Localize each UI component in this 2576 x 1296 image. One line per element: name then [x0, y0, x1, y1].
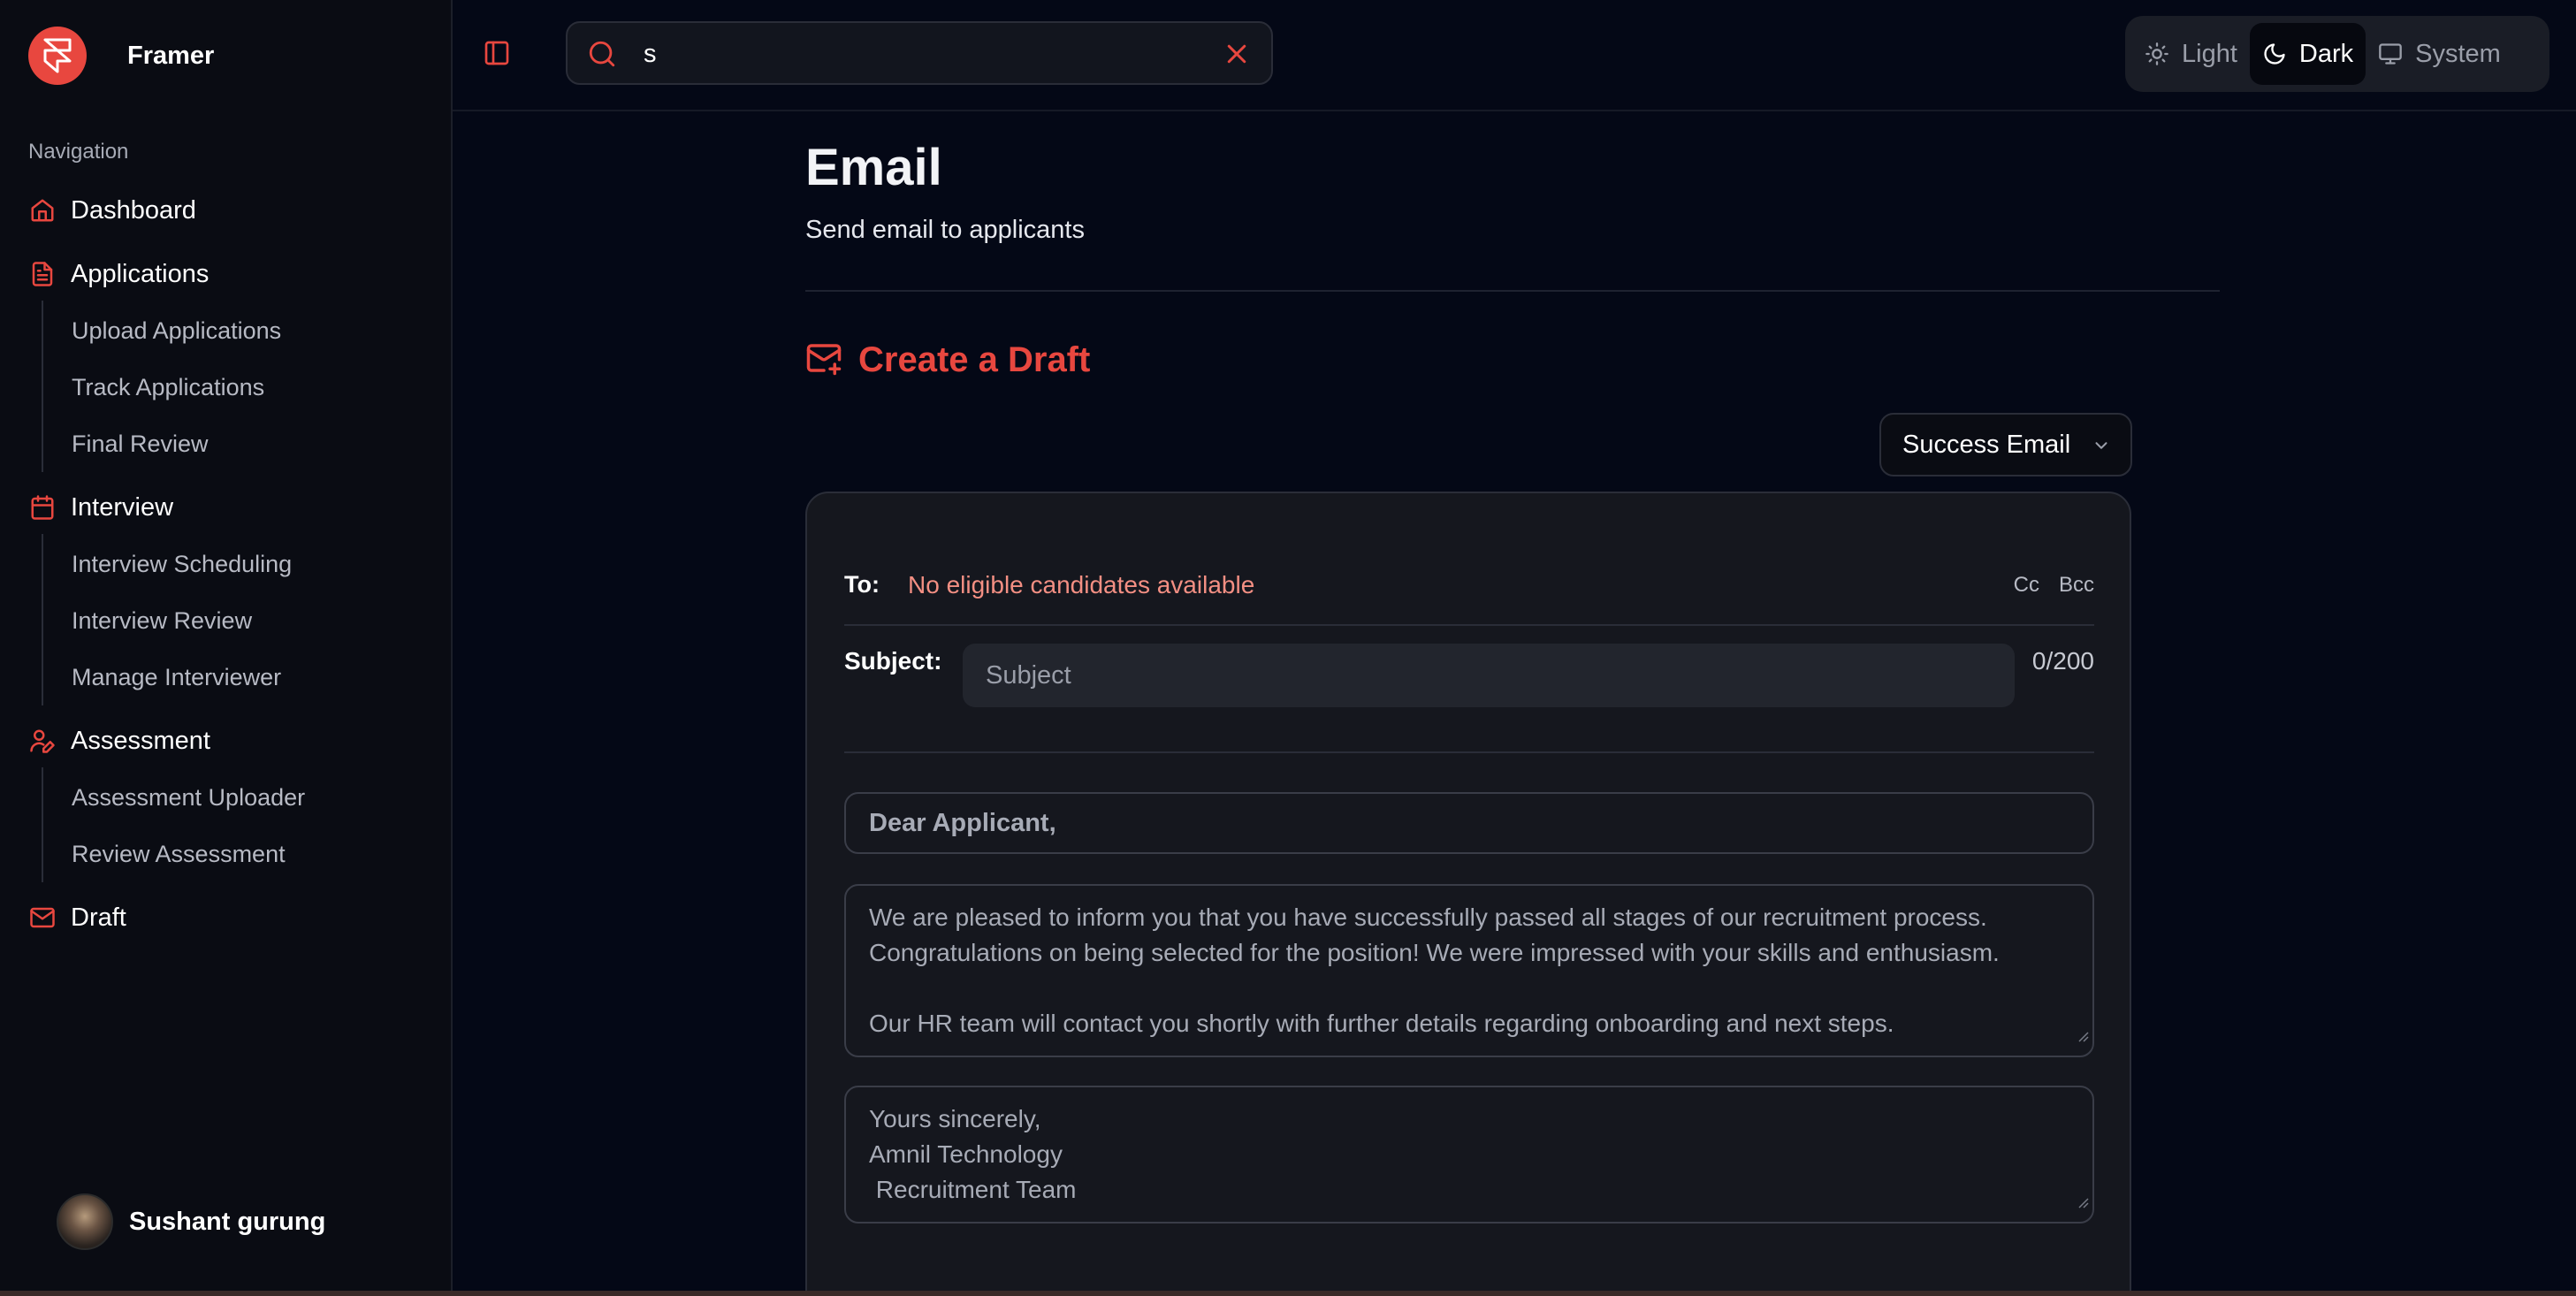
sidebar-item-draft[interactable]: Draft — [28, 896, 126, 940]
monitor-icon — [2378, 42, 2403, 66]
avatar — [57, 1193, 113, 1250]
brand[interactable]: Framer — [28, 27, 214, 85]
theme-dark-label: Dark — [2298, 39, 2354, 68]
section-title: Create a Draft — [858, 340, 1091, 379]
moon-icon — [2262, 42, 2287, 66]
nav-heading: Navigation — [28, 140, 129, 164]
signature-text: Yours sincerely, Amnil Technology Recrui… — [869, 1105, 1077, 1203]
theme-dark-button[interactable]: Dark — [2249, 23, 2366, 85]
sidebar: Framer Navigation Dashboard Applications… — [0, 0, 453, 1296]
theme-switcher: Light Dark System — [2125, 16, 2549, 92]
panel-left-icon — [483, 41, 511, 71]
email-body-textarea[interactable]: We are pleased to inform you that you ha… — [844, 884, 2094, 1057]
divider — [844, 624, 2094, 626]
theme-system-button[interactable]: System — [2366, 23, 2513, 85]
theme-light-label: Light — [2182, 39, 2237, 68]
sidebar-subitem-assessment-uploader[interactable]: Assessment Uploader — [72, 778, 305, 817]
sidebar-item-applications[interactable]: Applications — [28, 252, 209, 296]
sidebar-subitem-final-review[interactable]: Final Review — [72, 424, 209, 463]
recipient-row: To: No eligible candidates available Cc … — [844, 564, 2094, 610]
theme-light-button[interactable]: Light — [2132, 23, 2250, 85]
submenu-line — [42, 534, 43, 705]
sidebar-item-label: Applications — [71, 259, 210, 288]
sidebar-item-assessment[interactable]: Assessment — [28, 719, 210, 763]
template-select[interactable]: Success Email — [1879, 413, 2132, 476]
window-edge — [0, 1291, 2576, 1296]
page-subtitle: Send email to applicants — [805, 216, 1085, 244]
clear-search-icon[interactable] — [1223, 41, 1250, 67]
subject-row: Subject: 0/200 — [844, 644, 2094, 711]
mail-icon — [28, 903, 57, 932]
greeting-field[interactable]: Dear Applicant, — [844, 792, 2094, 854]
resize-handle-icon[interactable] — [2077, 1183, 2089, 1218]
divider — [805, 290, 2220, 292]
user-name: Sushant gurung — [129, 1207, 326, 1236]
email-composer: To: No eligible candidates available Cc … — [805, 492, 2131, 1296]
submenu-line — [42, 767, 43, 882]
sidebar-subitem-manage-interviewer[interactable]: Manage Interviewer — [72, 658, 281, 697]
bcc-button[interactable]: Bcc — [2059, 573, 2094, 598]
app-window: Framer Navigation Dashboard Applications… — [0, 0, 2576, 1296]
sidebar-item-label: Draft — [71, 903, 126, 932]
framer-logo-icon — [28, 27, 87, 85]
to-label: To: — [844, 571, 880, 598]
page-title: Email — [805, 139, 942, 196]
sidebar-item-dashboard[interactable]: Dashboard — [28, 188, 196, 233]
file-text-icon — [28, 260, 57, 288]
subject-input[interactable] — [963, 644, 2015, 707]
sidebar-subitem-review-assessment[interactable]: Review Assessment — [72, 835, 286, 873]
calendar-icon — [28, 493, 57, 522]
sidebar-item-label: Assessment — [71, 726, 210, 755]
theme-system-label: System — [2415, 39, 2501, 68]
resize-handle-icon[interactable] — [2077, 1017, 2089, 1052]
sidebar-item-label: Dashboard — [71, 195, 196, 225]
search-box — [566, 21, 1273, 85]
user-pen-icon — [28, 727, 57, 755]
sidebar-toggle-button[interactable] — [483, 39, 514, 71]
section-header: Create a Draft — [805, 339, 1090, 381]
search-input[interactable] — [644, 32, 1192, 76]
subject-label: Subject: — [844, 647, 942, 675]
mail-plus-icon — [805, 339, 842, 381]
subject-char-count: 0/200 — [2031, 647, 2094, 675]
sidebar-subitem-upload-applications[interactable]: Upload Applications — [72, 311, 281, 350]
topbar: Light Dark System — [453, 0, 2576, 111]
user-profile[interactable]: Sushant gurung — [57, 1193, 325, 1250]
body-line: Our HR team will contact you shortly wit… — [869, 1010, 1894, 1037]
search-icon — [587, 39, 617, 73]
sidebar-subitem-interview-scheduling[interactable]: Interview Scheduling — [72, 545, 292, 583]
cc-button[interactable]: Cc — [2014, 573, 2039, 598]
template-select-value: Success Email — [1902, 430, 2071, 459]
body-line: Congratulations on being selected for th… — [869, 939, 2000, 966]
sidebar-subitem-track-applications[interactable]: Track Applications — [72, 368, 264, 407]
submenu-line — [42, 301, 43, 472]
body-line: We are pleased to inform you that you ha… — [869, 903, 1987, 931]
sidebar-subitem-interview-review[interactable]: Interview Review — [72, 601, 252, 640]
home-icon — [28, 196, 57, 225]
signature-textarea[interactable]: Yours sincerely, Amnil Technology Recrui… — [844, 1086, 2094, 1224]
sun-icon — [2145, 42, 2169, 66]
brand-name: Framer — [127, 41, 215, 70]
sidebar-item-label: Interview — [71, 492, 174, 522]
recipient-status: No eligible candidates available — [908, 571, 1255, 598]
chevron-down-icon — [2092, 436, 2111, 460]
divider — [844, 751, 2094, 753]
sidebar-item-interview[interactable]: Interview — [28, 485, 173, 530]
